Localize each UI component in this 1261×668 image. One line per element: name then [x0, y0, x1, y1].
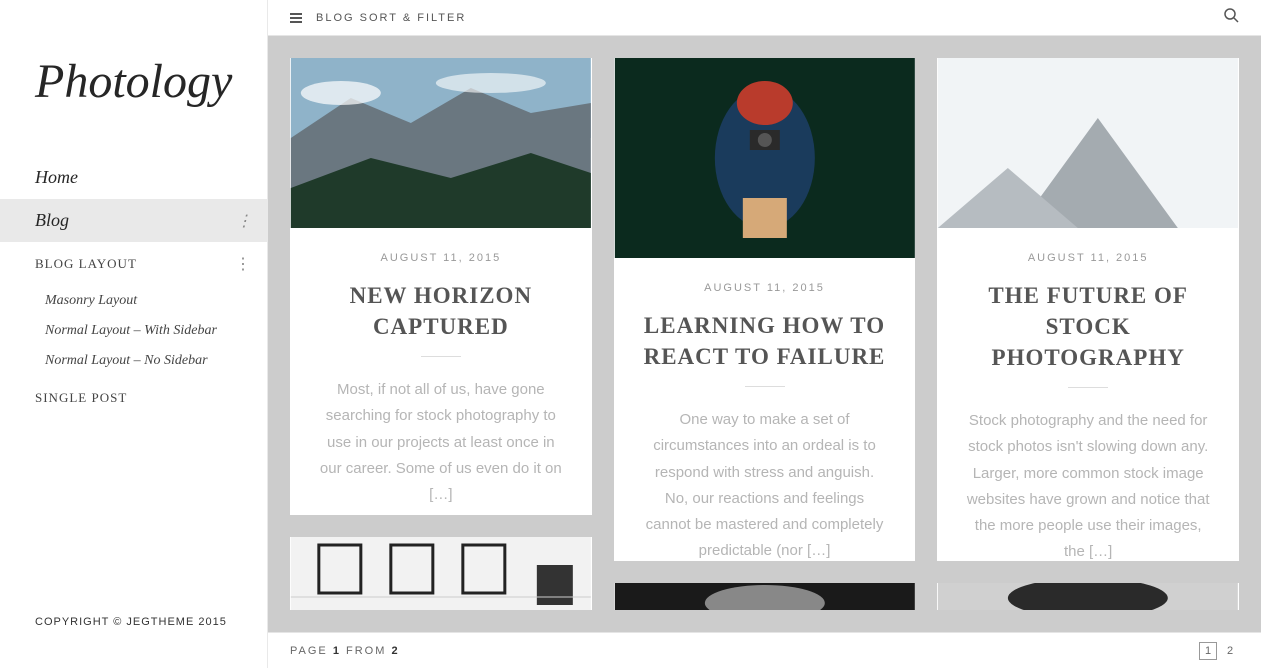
post-image: [614, 58, 916, 258]
topbar: BLOG SORT & FILTER: [268, 0, 1261, 36]
page-number[interactable]: 1: [1199, 642, 1217, 660]
nav-item-blog[interactable]: Blog ⋮: [0, 199, 267, 242]
nav-sub-masonry[interactable]: Masonry Layout: [0, 286, 267, 316]
post-date: AUGUST 11, 2015: [318, 252, 564, 264]
dots-icon: ⋮: [235, 254, 252, 274]
post-excerpt: Most, if not all of us, have gone search…: [318, 377, 564, 508]
post-title[interactable]: LEARNING HOW TO REACT TO FAILURE: [642, 310, 888, 372]
logo[interactable]: Photology: [0, 0, 267, 136]
post-image: [290, 58, 592, 228]
post-card[interactable]: AUGUST 11, 2015 NEW HORIZON CAPTURED Mos…: [290, 58, 592, 515]
grid-column: AUGUST 11, 2015 LEARNING HOW TO REACT TO…: [614, 58, 916, 610]
post-card[interactable]: [290, 537, 592, 610]
post-date: AUGUST 11, 2015: [642, 282, 888, 294]
divider: [1068, 387, 1108, 388]
bottombar: PAGE 1 FROM 2 1 2: [268, 632, 1261, 668]
post-excerpt: One way to make a set of circumstances i…: [642, 407, 888, 561]
post-card[interactable]: AUGUST 11, 2015 THE FUTURE OF STOCK PHOT…: [937, 58, 1239, 561]
nav-section-blog-layout[interactable]: BLOG LAYOUT ⋮: [0, 242, 267, 286]
post-date: AUGUST 11, 2015: [965, 252, 1211, 264]
grid-column: AUGUST 11, 2015 NEW HORIZON CAPTURED Mos…: [290, 58, 592, 610]
nav-sub-no-sidebar[interactable]: Normal Layout – No Sidebar: [0, 346, 267, 376]
post-title[interactable]: NEW HORIZON CAPTURED: [318, 280, 564, 342]
nav-item-label: Blog: [35, 210, 69, 230]
page-number[interactable]: 2: [1221, 642, 1239, 660]
nav-item-single-post[interactable]: SINGLE POST: [0, 376, 267, 420]
dots-icon: ⋮: [236, 211, 252, 231]
post-image: [290, 537, 592, 610]
sort-filter-button[interactable]: BLOG SORT & FILTER: [316, 12, 466, 24]
post-card[interactable]: AUGUST 11, 2015 LEARNING HOW TO REACT TO…: [614, 58, 916, 561]
divider: [745, 386, 785, 387]
post-image: [937, 583, 1239, 610]
post-card[interactable]: [937, 583, 1239, 610]
page-info: PAGE 1 FROM 2: [290, 645, 400, 657]
divider: [421, 356, 461, 357]
nav: Home Blog ⋮ BLOG LAYOUT ⋮ Masonry Layout…: [0, 156, 267, 420]
pagination: 1 2: [1199, 642, 1239, 660]
post-excerpt: Stock photography and the need for stock…: [965, 408, 1211, 561]
post-image: [937, 58, 1239, 228]
sidebar: Photology Home Blog ⋮ BLOG LAYOUT ⋮ Maso…: [0, 0, 268, 668]
grid-column: AUGUST 11, 2015 THE FUTURE OF STOCK PHOT…: [937, 58, 1239, 610]
nav-item-home[interactable]: Home: [0, 156, 267, 199]
post-card[interactable]: [614, 583, 916, 610]
nav-section-label: BLOG LAYOUT: [35, 256, 137, 271]
search-icon[interactable]: [1223, 7, 1239, 28]
hamburger-icon[interactable]: [290, 13, 302, 23]
post-title[interactable]: THE FUTURE OF STOCK PHOTOGRAPHY: [965, 280, 1211, 373]
post-image: [614, 583, 916, 610]
main: BLOG SORT & FILTER AUGUST 11, 2015 NEW H…: [268, 0, 1261, 668]
nav-sub-with-sidebar[interactable]: Normal Layout – With Sidebar: [0, 316, 267, 346]
copyright: COPYRIGHT © JEGTHEME 2015: [35, 616, 227, 628]
post-grid: AUGUST 11, 2015 NEW HORIZON CAPTURED Mos…: [268, 36, 1261, 632]
